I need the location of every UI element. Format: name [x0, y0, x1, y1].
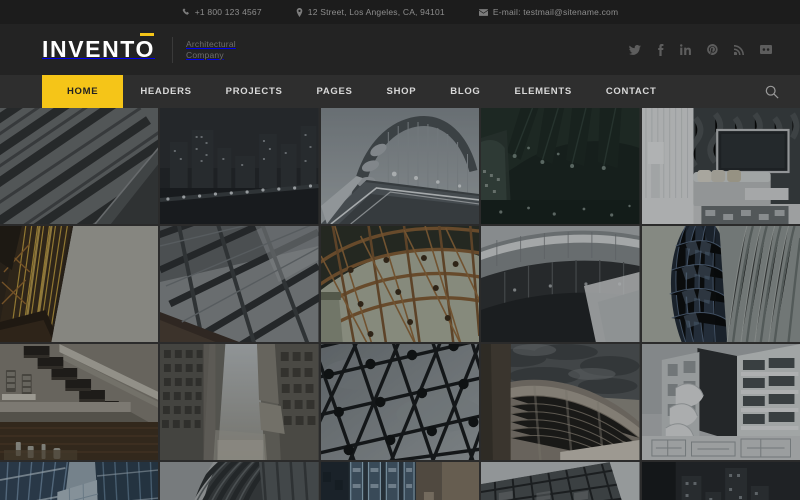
nav-item-home[interactable]: HOME	[42, 75, 124, 108]
logo-wordmark: INVENTO	[42, 32, 156, 62]
phone-icon	[182, 8, 190, 16]
tile-overlay	[641, 108, 800, 224]
topbar-email: E-mail: testmail@sitename.com	[478, 7, 619, 17]
tile-overlay	[641, 462, 800, 500]
gallery-tile[interactable]	[0, 226, 159, 342]
gallery-tile[interactable]	[481, 344, 640, 460]
gallery-tile[interactable]	[641, 462, 800, 500]
envelope-icon	[478, 8, 488, 16]
brand-logo[interactable]: INVENTO Architectural Company	[42, 32, 236, 63]
nav-label: CONTACT	[605, 86, 657, 97]
map-pin-icon	[296, 7, 303, 17]
gallery-tile[interactable]	[641, 344, 800, 460]
topbar-phone-text: +1 800 123 4567	[194, 7, 262, 17]
tile-overlay	[160, 108, 319, 224]
tile-overlay	[0, 226, 159, 342]
gallery-tile[interactable]	[320, 344, 480, 460]
gallery-tile[interactable]	[160, 462, 319, 500]
topbar-address-text: 12 Street, Los Angeles, CA, 94101	[307, 7, 445, 17]
logo-accent-bar	[140, 32, 155, 36]
gallery-tile[interactable]	[481, 462, 640, 500]
brand-divider	[172, 36, 174, 63]
gallery-tile[interactable]	[160, 344, 319, 460]
tile-overlay	[641, 344, 800, 460]
tile-overlay	[160, 226, 319, 342]
tile-overlay	[481, 462, 640, 500]
brand-name: INVENTO	[42, 35, 156, 62]
search-button[interactable]	[744, 75, 800, 108]
nav-item-blog[interactable]: BLOG	[433, 75, 497, 108]
tile-overlay	[0, 344, 159, 460]
tile-overlay	[0, 108, 159, 224]
nav-item-shop[interactable]: SHOP	[370, 75, 434, 108]
topbar-email-text: E-mail: testmail@sitename.com	[492, 7, 619, 17]
logo-bar: INVENTO Architectural Company	[0, 24, 800, 75]
gallery-tile[interactable]	[0, 462, 159, 500]
twitter-icon	[629, 44, 641, 55]
gallery-tile[interactable]	[320, 462, 480, 500]
nav-label: BLOG	[450, 86, 481, 97]
project-gallery-grid	[0, 108, 800, 500]
facebook-icon	[657, 43, 664, 56]
tile-overlay	[160, 344, 319, 460]
nav-item-pages[interactable]: PAGES	[299, 75, 369, 108]
linkedin-icon	[680, 44, 691, 55]
brand-tagline-line1: Architectural	[186, 38, 236, 49]
tile-overlay	[320, 226, 480, 342]
gallery-tile[interactable]	[320, 226, 480, 342]
tile-overlay	[320, 344, 480, 460]
nav-item-elements[interactable]: ELEMENTS	[498, 75, 589, 108]
main-navigation: HOME HEADERS PROJECTS PAGES SHOP BLOG EL…	[0, 75, 800, 108]
tile-overlay	[481, 108, 640, 224]
gallery-tile[interactable]	[481, 108, 640, 224]
tile-overlay	[481, 344, 640, 460]
top-contact-bar: +1 800 123 4567 12 Street, Los Angeles, …	[0, 0, 800, 24]
gallery-tile[interactable]	[641, 226, 800, 342]
nav-item-headers[interactable]: HEADERS	[123, 75, 208, 108]
topbar-phone: +1 800 123 4567	[182, 7, 262, 17]
nav-item-projects[interactable]: PROJECTS	[209, 75, 300, 108]
gallery-tile[interactable]	[0, 108, 159, 224]
tile-overlay	[160, 462, 319, 500]
tile-overlay	[641, 226, 800, 342]
gallery-tile[interactable]	[160, 226, 319, 342]
gallery-tile[interactable]	[320, 108, 480, 224]
topbar-address: 12 Street, Los Angeles, CA, 94101	[296, 7, 445, 17]
social-link-rss[interactable]	[734, 44, 744, 55]
search-icon	[765, 85, 779, 99]
pinterest-icon	[707, 44, 718, 55]
tile-overlay	[320, 108, 480, 224]
nav-label: HOME	[67, 86, 99, 97]
gallery-tile[interactable]	[641, 108, 800, 224]
tile-overlay	[481, 226, 640, 342]
flickr-icon	[760, 45, 772, 54]
brand-tagline: Architectural Company	[186, 39, 236, 61]
social-links	[629, 43, 772, 56]
gallery-tile[interactable]	[481, 226, 640, 342]
social-link-linkedin[interactable]	[680, 44, 691, 55]
social-link-pinterest[interactable]	[707, 44, 718, 55]
nav-label: PAGES	[316, 86, 353, 97]
social-link-flickr[interactable]	[760, 45, 772, 54]
gallery-tile[interactable]	[0, 344, 159, 460]
social-link-facebook[interactable]	[657, 43, 664, 56]
nav-label: SHOP	[386, 86, 417, 97]
nav-label: PROJECTS	[225, 86, 283, 97]
nav-label: ELEMENTS	[514, 86, 572, 97]
tile-overlay	[320, 462, 480, 500]
tile-overlay	[0, 462, 159, 500]
gallery-tile[interactable]	[160, 108, 319, 224]
brand-tagline-line2: Company	[186, 49, 224, 60]
social-link-twitter[interactable]	[629, 44, 641, 55]
nav-item-contact[interactable]: CONTACT	[589, 75, 674, 108]
nav-label: HEADERS	[140, 86, 192, 97]
rss-icon	[734, 44, 744, 55]
